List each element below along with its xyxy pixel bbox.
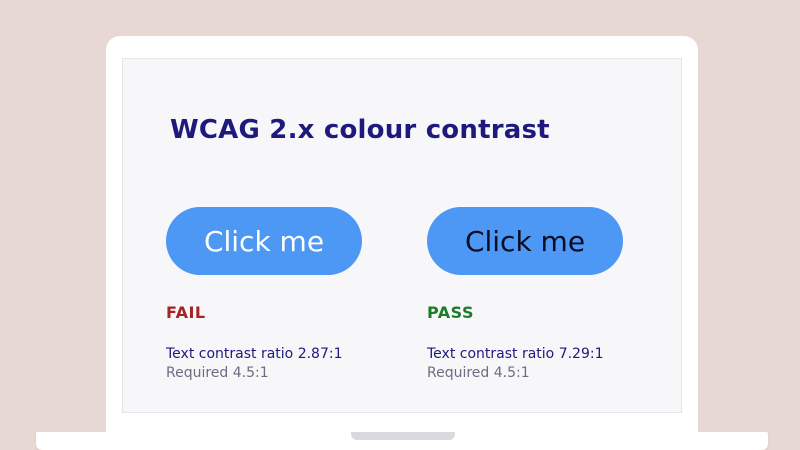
laptop-screen: WCAG 2.x colour contrast Click me FAIL T… [122, 58, 682, 413]
fail-status-label: FAIL [166, 303, 206, 322]
laptop-base [36, 432, 768, 450]
laptop-hinge-notch [351, 432, 455, 440]
pass-contrast-ratio: Text contrast ratio 7.29:1 [427, 346, 604, 362]
pass-example: Click me PASS Text contrast ratio 7.29:1… [427, 207, 647, 383]
fail-required-ratio: Required 4.5:1 [166, 365, 269, 381]
pass-required-ratio: Required 4.5:1 [427, 365, 530, 381]
high-contrast-click-button[interactable]: Click me [427, 207, 623, 275]
pass-status-label: PASS [427, 303, 474, 322]
fail-contrast-ratio: Text contrast ratio 2.87:1 [166, 346, 343, 362]
low-contrast-click-button[interactable]: Click me [166, 207, 362, 275]
fail-example: Click me FAIL Text contrast ratio 2.87:1… [166, 207, 386, 383]
page-title: WCAG 2.x colour contrast [170, 115, 550, 145]
